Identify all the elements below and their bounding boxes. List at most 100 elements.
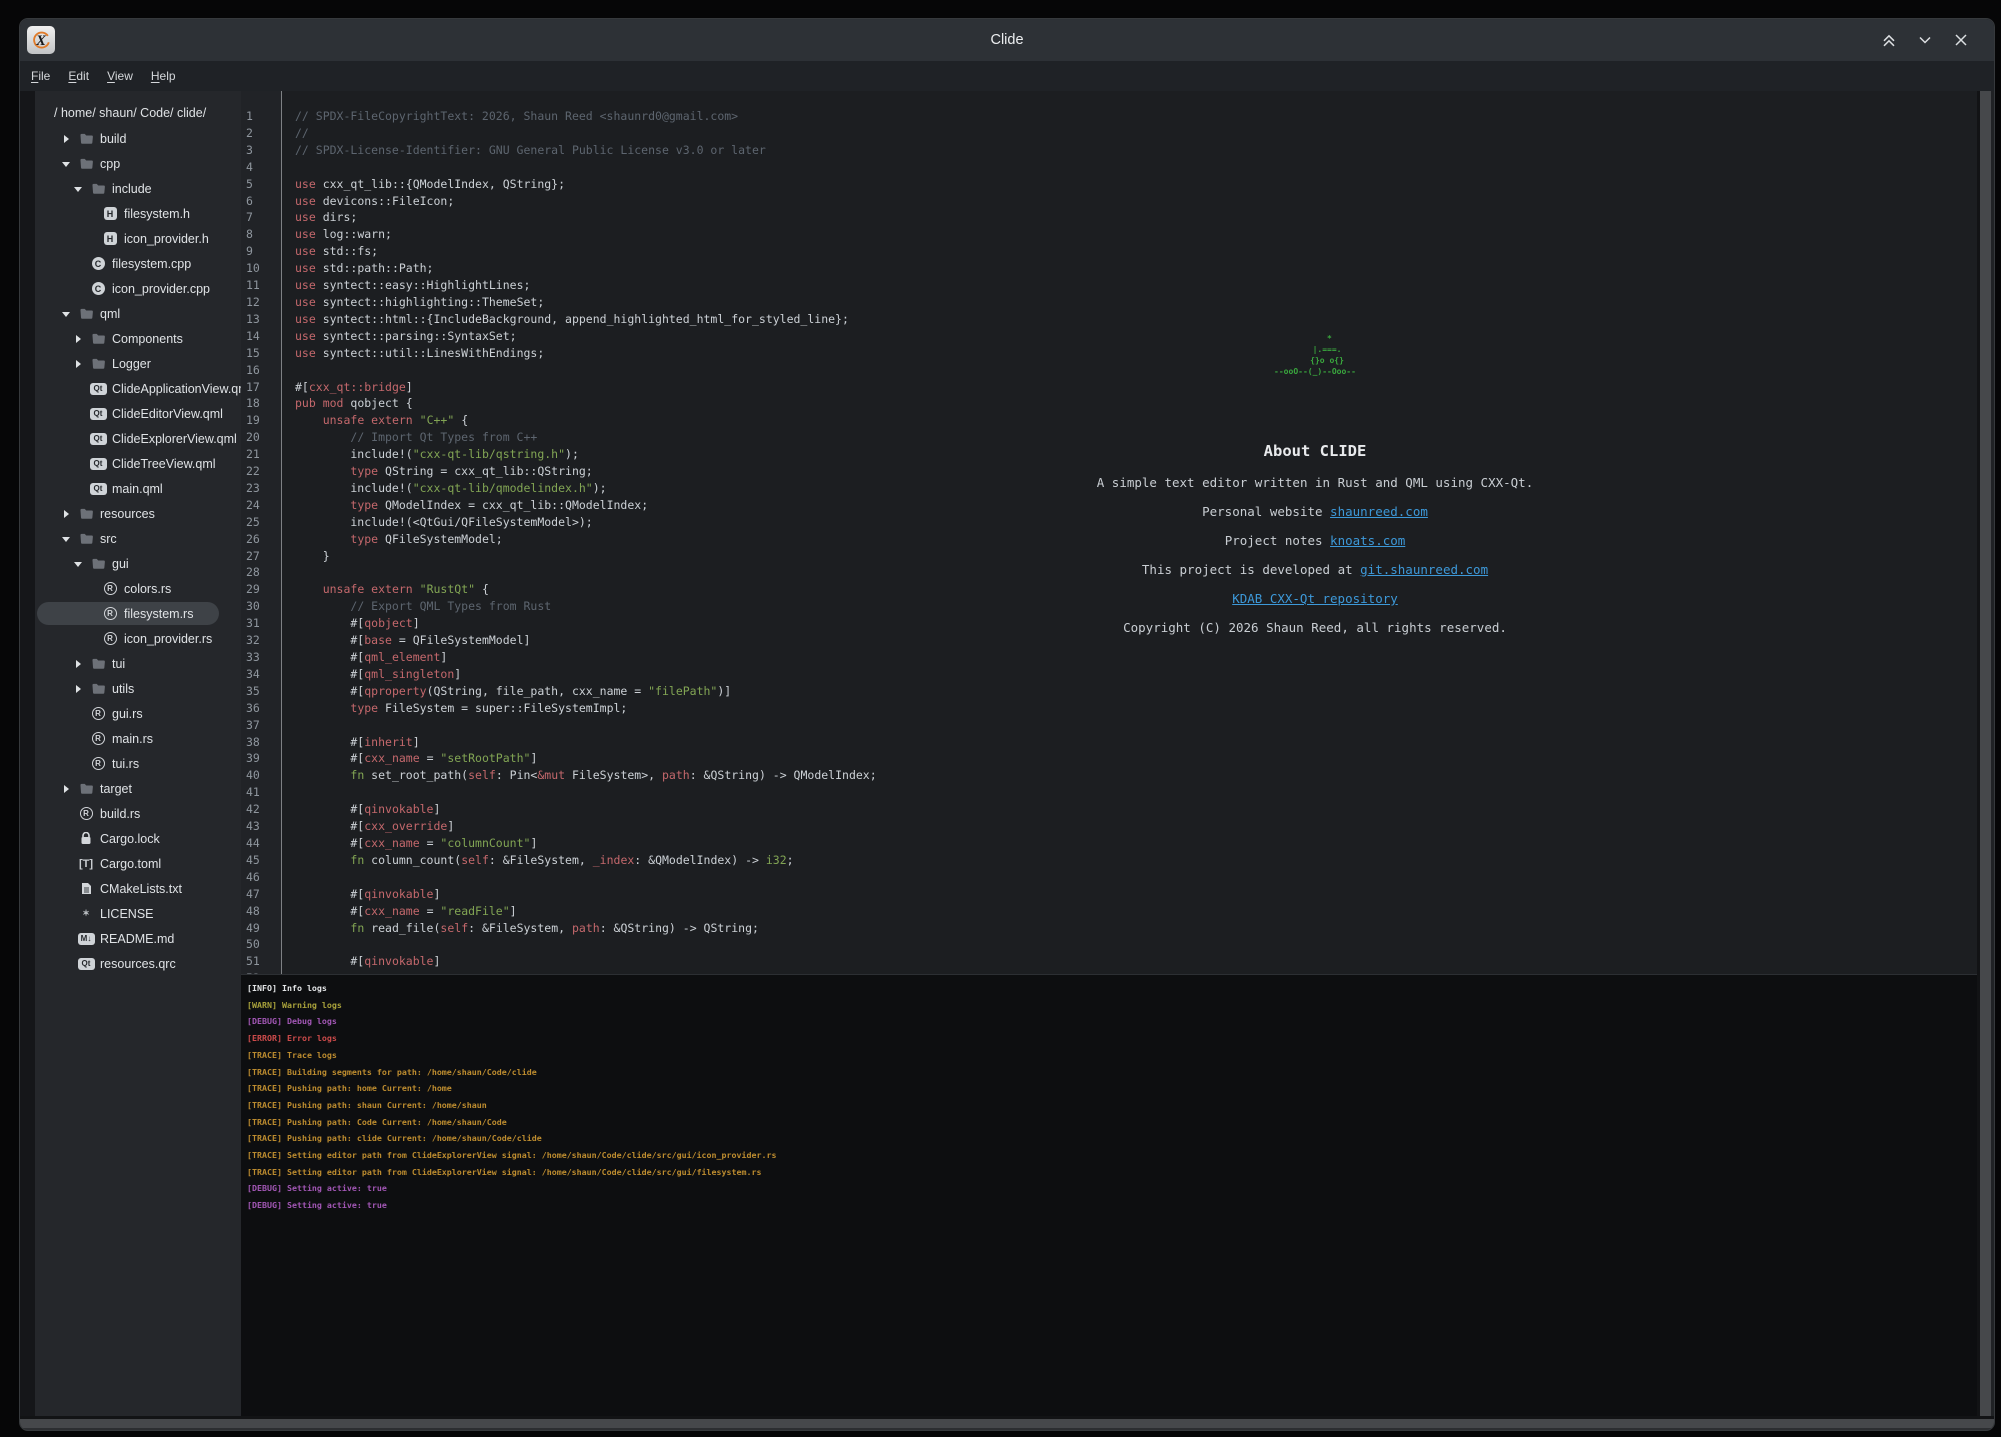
expand-arrow[interactable]: [71, 684, 85, 694]
expand-arrow[interactable]: [59, 309, 73, 319]
code-line: [295, 936, 1977, 953]
expand-arrow[interactable]: [71, 559, 85, 569]
chevron-expanded-icon[interactable]: [61, 534, 71, 544]
cpp-icon-box: C: [89, 282, 107, 295]
rust-file-icon: R: [104, 607, 117, 620]
file-explorer[interactable]: / home/ shaun/ Code/ clide/ buildcppincl…: [35, 91, 241, 1416]
rust-icon-box: R: [101, 582, 119, 595]
chevron-expanded-icon[interactable]: [61, 309, 71, 319]
tree-item-build[interactable]: build: [35, 126, 241, 151]
tree-item-src[interactable]: src: [35, 526, 241, 551]
tree-item-clidetreeview-qml[interactable]: QtClideTreeView.qml: [35, 451, 241, 476]
chevron-collapsed-icon[interactable]: [73, 359, 83, 369]
log-panel[interactable]: [INFO] Info logs[WARN] Warning logs[DEBU…: [241, 974, 1977, 1416]
tree-item-main-qml[interactable]: Qt main.qml: [35, 476, 241, 501]
chevron-collapsed-icon[interactable]: [61, 134, 71, 144]
about-title: About CLIDE: [1105, 443, 1525, 460]
qt-qml-file-icon: Qt: [90, 408, 107, 420]
menu-file[interactable]: File: [22, 64, 59, 88]
horizontal-scrollbar[interactable]: [20, 1416, 1994, 1430]
chevron-collapsed-icon[interactable]: [61, 784, 71, 794]
rust-icon-box: R: [89, 707, 107, 720]
tree-item-main-rs[interactable]: Rmain.rs: [35, 726, 241, 751]
expand-arrow[interactable]: [59, 509, 73, 519]
tree-item-tui-rs[interactable]: Rtui.rs: [35, 751, 241, 776]
tree-item-components[interactable]: Components: [35, 326, 241, 351]
about-link-git-shaunreed-com[interactable]: git.shaunreed.com: [1360, 562, 1488, 577]
tree-item-cpp[interactable]: cpp: [35, 151, 241, 176]
chevron-collapsed-icon[interactable]: [73, 334, 83, 344]
expand-arrow[interactable]: [71, 334, 85, 344]
code-line: pub mod qobject {: [295, 395, 1977, 412]
rust-file-icon: R: [92, 757, 105, 770]
expand-arrow[interactable]: [59, 534, 73, 544]
menu-edit[interactable]: Edit: [59, 64, 98, 88]
chevron-expanded-icon[interactable]: [61, 159, 71, 169]
folder-icon: [91, 182, 106, 195]
tree-item-resources-qrc[interactable]: Qtresources.qrc: [35, 951, 241, 976]
tree-item-license[interactable]: ✶LICENSE: [35, 901, 241, 926]
tree-item-colors-rs[interactable]: Rcolors.rs: [35, 576, 241, 601]
line-number: 7: [246, 209, 281, 226]
window-title: Clide: [20, 32, 1994, 48]
chevron-collapsed-icon[interactable]: [73, 684, 83, 694]
about-text: A simple text editor written in Rust and…: [1065, 468, 1565, 642]
about-line-3: This project is developed at git.shaunre…: [1065, 555, 1565, 584]
about-link-kdab-cxx-qt-repository[interactable]: KDAB CXX-Qt repository: [1232, 591, 1398, 606]
menu-help[interactable]: Help: [142, 64, 185, 88]
code-editor[interactable]: * |.===. {}o o{} --ooO--(_)--Ooo-- About…: [282, 91, 1977, 974]
tree-item-include[interactable]: include: [35, 176, 241, 201]
chevron-expanded-icon[interactable]: [73, 184, 83, 194]
expand-arrow[interactable]: [71, 359, 85, 369]
window-left-margin: [20, 91, 35, 1416]
tree-item-icon-provider-h[interactable]: Hicon_provider.h: [35, 226, 241, 251]
vertical-scrollbar[interactable]: [1977, 91, 1994, 1416]
tree-item-clideexplorerview-qml[interactable]: QtClideExplorerView.qml: [35, 426, 241, 451]
tree-item-label: build.rs: [100, 807, 140, 821]
code-line: #[cxx_name = "setRootPath"]: [295, 750, 1977, 767]
tree-item-label: ClideTreeView.qml: [112, 457, 216, 471]
expand-arrow[interactable]: [71, 659, 85, 669]
tree-item-utils[interactable]: utils: [35, 676, 241, 701]
chevron-collapsed-icon[interactable]: [61, 509, 71, 519]
tree-item-icon-provider-rs[interactable]: Ricon_provider.rs: [35, 626, 241, 651]
tree-item-cargo-lock[interactable]: Cargo.lock: [35, 826, 241, 851]
tree-item-readme-md[interactable]: M↓README.md: [35, 926, 241, 951]
code-line: use std::fs;: [295, 243, 1977, 260]
menu-view[interactable]: View: [98, 64, 142, 88]
tree-item-resources[interactable]: resources: [35, 501, 241, 526]
tree-item-gui[interactable]: gui: [35, 551, 241, 576]
qt-qml-file-icon: Qt: [78, 958, 95, 970]
tree-item-clideapplicationview-qml[interactable]: QtClideApplicationView.qml: [35, 376, 241, 401]
folder-icon-box: [77, 532, 95, 545]
tree-item-target[interactable]: target: [35, 776, 241, 801]
tree-item-filesystem-rs[interactable]: Rfilesystem.rs: [35, 601, 241, 626]
line-number: 41: [246, 784, 281, 801]
tree-item-label: ClideEditorView.qml: [112, 407, 223, 421]
line-number: 5: [246, 176, 281, 193]
tree-item-cargo-toml[interactable]: [T]Cargo.toml: [35, 851, 241, 876]
expand-arrow[interactable]: [59, 784, 73, 794]
tree-item-icon-provider-cpp[interactable]: Cicon_provider.cpp: [35, 276, 241, 301]
code-line: #[qinvokable]: [295, 801, 1977, 818]
code-line: #[qinvokable]: [295, 953, 1977, 970]
expand-arrow[interactable]: [71, 184, 85, 194]
chevron-collapsed-icon[interactable]: [73, 659, 83, 669]
tree-item-build-rs[interactable]: Rbuild.rs: [35, 801, 241, 826]
expand-arrow[interactable]: [59, 134, 73, 144]
file-tree: buildcppincludeHfilesystem.hHicon_provid…: [35, 126, 241, 976]
qt-icon-box: Qt: [89, 483, 107, 495]
tree-item-cmakelists-txt[interactable]: CMakeLists.txt: [35, 876, 241, 901]
tree-item-filesystem-h[interactable]: Hfilesystem.h: [35, 201, 241, 226]
tree-item-filesystem-cpp[interactable]: Cfilesystem.cpp: [35, 251, 241, 276]
tree-item-clideeditorview-qml[interactable]: Qt ClideEditorView.qml: [35, 401, 241, 426]
expand-arrow[interactable]: [59, 159, 73, 169]
tree-item-logger[interactable]: Logger: [35, 351, 241, 376]
about-link-knoats-com[interactable]: knoats.com: [1330, 533, 1405, 548]
chevron-expanded-icon[interactable]: [73, 559, 83, 569]
tree-item-tui[interactable]: tui: [35, 651, 241, 676]
tree-item-label: main.qml: [112, 482, 163, 496]
tree-item-qml[interactable]: qml: [35, 301, 241, 326]
about-link-shaunreed-com[interactable]: shaunreed.com: [1330, 504, 1428, 519]
tree-item-gui-rs[interactable]: Rgui.rs: [35, 701, 241, 726]
